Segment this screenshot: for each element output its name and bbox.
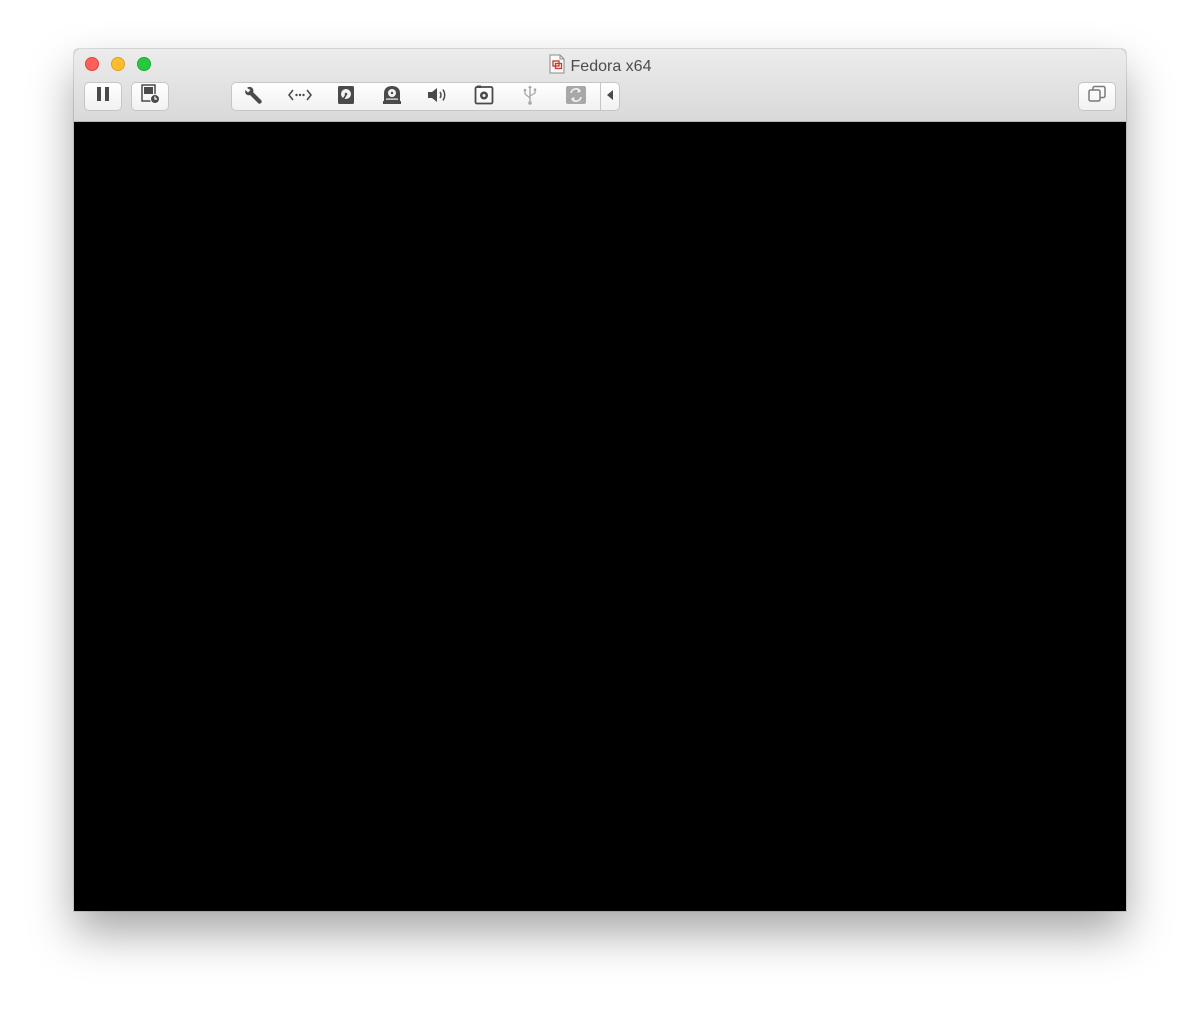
unity-view-button[interactable] [1078, 82, 1116, 111]
pause-icon [96, 86, 110, 107]
triangle-left-icon [606, 88, 614, 106]
window-title-area: Fedora x64 [74, 54, 1126, 76]
hard-disk-icon [337, 85, 355, 110]
vm-document-icon [549, 54, 565, 81]
vm-screen[interactable] [74, 122, 1126, 911]
device-toolbar [231, 82, 620, 111]
title-bar: Fedora x64 [74, 49, 1126, 122]
window-title: Fedora x64 [570, 58, 652, 75]
settings-button[interactable] [241, 86, 267, 108]
usb-icon [522, 85, 538, 110]
collapse-toolbar-button[interactable] [601, 86, 619, 108]
snapshot-button[interactable] [131, 82, 169, 111]
vm-window: Fedora x64 [74, 49, 1126, 911]
sharing-button[interactable] [563, 85, 589, 110]
hard-disk-button[interactable] [333, 85, 359, 110]
sound-button[interactable] [425, 86, 451, 108]
cd-dvd-button[interactable] [379, 85, 405, 110]
wrench-icon [244, 85, 264, 110]
camera-button[interactable] [471, 85, 497, 110]
pause-button[interactable] [84, 82, 122, 111]
usb-button[interactable] [517, 85, 543, 110]
speaker-icon [427, 86, 449, 109]
network-button[interactable] [287, 86, 313, 108]
window-restore-icon [1087, 85, 1107, 108]
snapshot-icon [140, 84, 160, 109]
cd-dvd-icon [381, 85, 403, 110]
camera-icon [474, 85, 494, 110]
sharing-icon [565, 85, 587, 110]
network-icon [287, 88, 313, 107]
